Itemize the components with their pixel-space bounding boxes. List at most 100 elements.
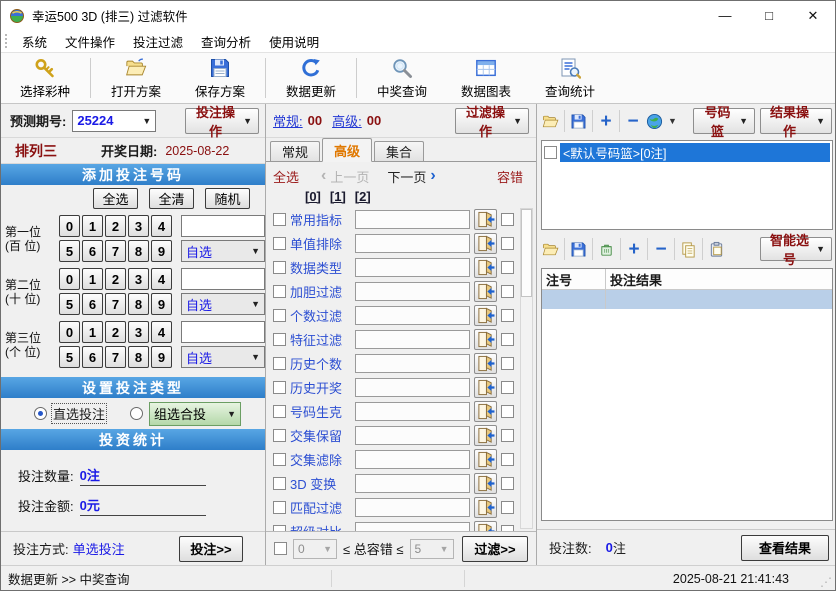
filter-value-input[interactable] [355,258,470,277]
basket-checkbox[interactable] [544,146,557,159]
position-numbers-input[interactable] [181,321,265,343]
filter-value-input[interactable] [355,402,470,421]
page-link[interactable]: [1] [330,189,346,204]
position-numbers-input[interactable] [181,215,265,237]
number-basket-button[interactable]: 号码篮 ▼ [693,108,755,134]
filter-label[interactable]: 3D 变换 [290,474,351,493]
add-basket-button[interactable]: + [598,113,614,130]
position-mode-select[interactable]: 自选 ▼ [181,293,265,315]
filter-enable-checkbox[interactable] [273,381,286,394]
filter-label[interactable]: 加胆过滤 [290,282,351,301]
chevron-down-icon[interactable]: ▼ [668,116,677,126]
minimize-button[interactable]: — [703,1,747,30]
save-icon[interactable] [570,241,587,258]
filter-enable-checkbox[interactable] [273,333,286,346]
filter-label[interactable]: 匹配过滤 [290,498,351,517]
digit-button[interactable]: 0 [59,321,80,343]
filter-label[interactable]: 交集保留 [290,426,351,445]
filter-tolerance-checkbox[interactable] [501,501,514,514]
filter-value-input[interactable] [355,450,470,469]
select-lottery-button[interactable]: 选择彩种 [3,55,87,101]
filter-label[interactable]: 号码生克 [290,402,351,421]
filter-operations-button[interactable]: 过滤操作 ▼ [455,108,529,134]
digit-button[interactable]: 9 [151,293,172,315]
table-row[interactable] [542,290,832,309]
advanced-count-link[interactable]: 高级: [332,111,362,130]
digit-button[interactable]: 6 [82,293,103,315]
regular-count-link[interactable]: 常规: [273,111,303,130]
digit-button[interactable]: 7 [105,240,126,262]
direct-bet-label[interactable]: 直选投注 [52,404,106,423]
save-icon[interactable] [570,113,587,130]
filter-open-button[interactable] [474,521,497,531]
digit-button[interactable]: 3 [128,268,149,290]
digit-button[interactable]: 6 [82,346,103,368]
tolerance-max-select[interactable]: 5 ▼ [410,539,454,559]
filter-tolerance-checkbox[interactable] [501,213,514,226]
filter-tolerance-checkbox[interactable] [501,477,514,490]
filter-enable-checkbox[interactable] [273,501,286,514]
filter-scrollbar[interactable] [520,208,533,529]
digit-button[interactable]: 1 [82,321,103,343]
prev-page-link[interactable]: 上一页 [330,167,369,186]
query-stats-button[interactable]: 查询统计 [528,55,612,101]
period-select[interactable]: 25224 ▼ [72,110,156,132]
filter-value-input[interactable] [355,330,470,349]
filter-enable-checkbox[interactable] [273,357,286,370]
filter-enable-checkbox[interactable] [273,213,286,226]
digit-button[interactable]: 3 [128,321,149,343]
filter-open-button[interactable] [474,281,497,302]
filter-tolerance-checkbox[interactable] [501,237,514,250]
group-bet-radio[interactable] [130,407,143,420]
menu-item[interactable]: 系统 [13,32,56,51]
filter-label[interactable]: 历史开奖 [290,378,351,397]
digit-button[interactable]: 6 [82,240,103,262]
digit-button[interactable]: 0 [59,215,80,237]
filter-value-input[interactable] [355,282,470,301]
filter-open-button[interactable] [474,449,497,470]
tab-advanced[interactable]: 高级 [322,138,372,162]
filter-value-input[interactable] [355,426,470,445]
filter-open-button[interactable] [474,497,497,518]
filter-open-button[interactable] [474,233,497,254]
filter-value-input[interactable] [355,474,470,493]
digit-button[interactable]: 4 [151,268,172,290]
filter-label[interactable]: 超级对比 [290,522,351,531]
filter-open-button[interactable] [474,329,497,350]
position-mode-select[interactable]: 自选 ▼ [181,240,265,262]
basket-list[interactable]: <默认号码篮>[0注] [541,140,833,230]
scrollbar-thumb[interactable] [521,209,532,297]
digit-button[interactable]: 2 [105,215,126,237]
filter-open-button[interactable] [474,257,497,278]
data-update-button[interactable]: 数据更新 [269,55,353,101]
resize-grip[interactable]: ⋰ [820,575,832,589]
run-filter-button[interactable]: 过滤>> [462,536,528,562]
clear-all-button[interactable]: 全清 [149,188,194,209]
copy-icon[interactable] [680,241,697,258]
filter-open-button[interactable] [474,473,497,494]
open-plan-button[interactable]: 打开方案 [94,55,178,101]
filter-open-button[interactable] [474,353,497,374]
filter-enable-checkbox[interactable] [273,261,286,274]
open-folder-icon[interactable] [542,113,559,130]
digit-button[interactable]: 4 [151,215,172,237]
digit-button[interactable]: 8 [128,240,149,262]
position-numbers-input[interactable] [181,268,265,290]
menu-item[interactable]: 投注过滤 [124,32,192,51]
total-tolerance-checkbox[interactable] [274,542,287,555]
smart-select-button[interactable]: 智能选号 ▼ [760,237,832,261]
filter-value-input[interactable] [355,234,470,253]
add-result-button[interactable]: + [626,241,642,258]
digit-button[interactable]: 2 [105,321,126,343]
filter-tolerance-checkbox[interactable] [501,357,514,370]
menu-item[interactable]: 文件操作 [56,32,124,51]
data-chart-button[interactable]: 数据图表 [444,55,528,101]
random-button[interactable]: 随机 [205,188,250,209]
page-link[interactable]: [2] [355,189,371,204]
digit-button[interactable]: 3 [128,215,149,237]
filter-tolerance-checkbox[interactable] [501,261,514,274]
save-plan-button[interactable]: 保存方案 [178,55,262,101]
filter-tolerance-checkbox[interactable] [501,525,514,531]
filter-label[interactable]: 数据类型 [290,258,351,277]
close-button[interactable]: ✕ [791,1,835,30]
